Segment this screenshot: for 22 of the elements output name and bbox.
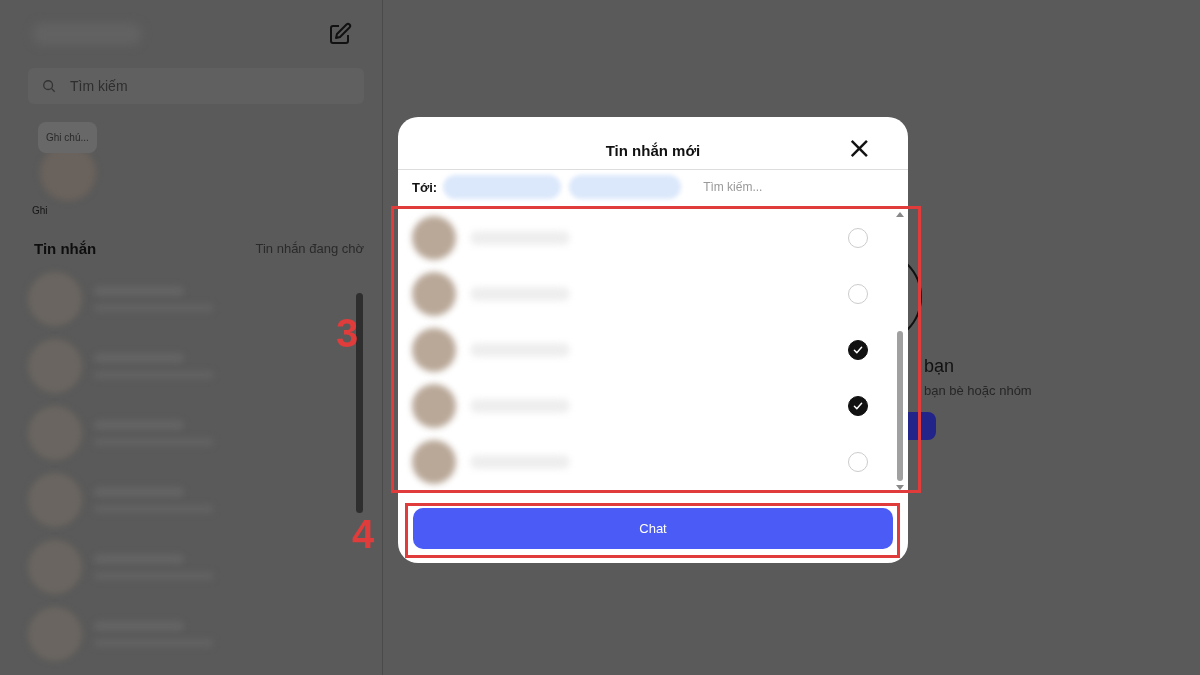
recipient-chip[interactable] (569, 175, 682, 199)
close-button[interactable]: × (846, 135, 872, 161)
select-checkbox[interactable] (848, 396, 868, 416)
compose-icon[interactable] (328, 22, 352, 46)
avatar-placeholder (412, 384, 456, 428)
avatar-placeholder (412, 272, 456, 316)
empty-state-title: bạn (924, 356, 955, 377)
check-icon (852, 400, 864, 412)
step-number: 3 (336, 313, 359, 353)
note-bubble: Ghi chú... (38, 122, 97, 153)
section-title: Tin nhắn (34, 240, 97, 257)
check-icon (852, 344, 864, 356)
select-checkbox[interactable] (848, 340, 868, 360)
recipient-chip[interactable] (443, 175, 562, 199)
avatar-placeholder (412, 328, 456, 372)
avatar-placeholder (412, 216, 456, 260)
note-label: Ghi (32, 205, 48, 216)
avatar-placeholder (412, 440, 456, 484)
chat-button[interactable]: Chat (413, 508, 893, 549)
step-number: 4 (352, 514, 375, 554)
to-label: Tới: (412, 179, 438, 195)
dialog-title: Tin nhắn mới (605, 141, 701, 159)
